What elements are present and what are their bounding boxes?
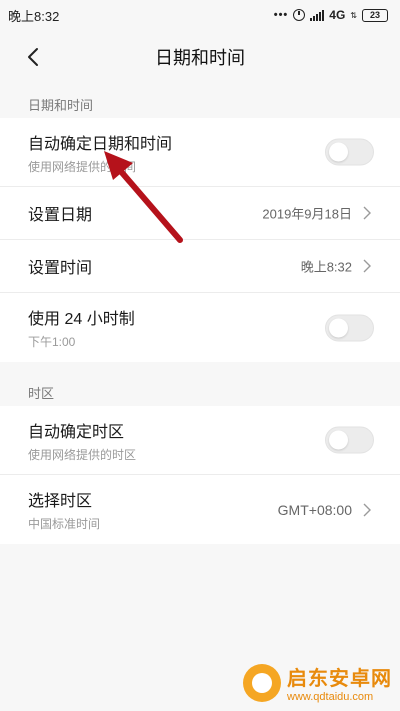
section-label-timezone: 时区 [28,386,55,401]
chevron-right-icon [363,206,371,220]
24-hour-toggle[interactable] [325,314,374,341]
datetime-group: 自动确定日期和时间 使用网络提供的时间 设置日期 2019年9月18日 设置时间… [0,118,400,362]
network-signal-icon: ⇅ [350,10,357,20]
auto-timezone-toggle[interactable] [325,426,374,454]
select-timezone-row[interactable]: 选择时区 中国标准时间 GMT+08:00 [0,475,400,544]
auto-timezone-row[interactable]: 自动确定时区 使用网络提供的时区 [0,406,400,475]
section-label-datetime: 日期和时间 [28,98,94,113]
back-arrow-icon[interactable] [24,46,46,68]
row-subtitle: 中国标准时间 [28,517,101,531]
watermark-url: www.qdtaidu.com [287,691,374,703]
page-title: 日期和时间 [155,48,245,68]
signal-icon [310,9,325,21]
24-hour-row[interactable]: 使用 24 小时制 下午1:00 [0,293,400,362]
timezone-group: 自动确定时区 使用网络提供的时区 选择时区 中国标准时间 GMT+08:00 [0,406,400,544]
set-time-row[interactable]: 设置时间 晚上8:32 [0,240,400,293]
auto-datetime-row[interactable]: 自动确定日期和时间 使用网络提供的时间 [0,118,400,187]
chevron-right-icon [363,503,371,516]
watermark-logo-icon [243,663,281,702]
status-bar: 晚上8:32 ••• 4G ⇅ 23 [0,0,400,30]
auto-datetime-toggle[interactable] [325,138,374,166]
time-value: 晚上8:32 [300,259,352,275]
header: 日期和时间 [0,30,400,84]
alarm-icon [293,9,306,21]
watermark: 启东安卓网 www.qdtaidu.com [243,662,392,703]
more-notifications-icon: ••• [273,9,289,21]
network-type: 4G [329,8,346,22]
timezone-value: GMT+08:00 [277,501,352,518]
status-icons: ••• 4G ⇅ 23 [274,8,388,22]
chevron-right-icon [363,259,371,273]
set-date-row[interactable]: 设置日期 2019年9月18日 [0,187,400,240]
status-time: 晚上8:32 [8,8,60,24]
date-value: 2019年9月18日 [262,206,352,222]
watermark-title: 启东安卓网 [287,668,392,690]
battery-icon: 23 [362,8,388,22]
